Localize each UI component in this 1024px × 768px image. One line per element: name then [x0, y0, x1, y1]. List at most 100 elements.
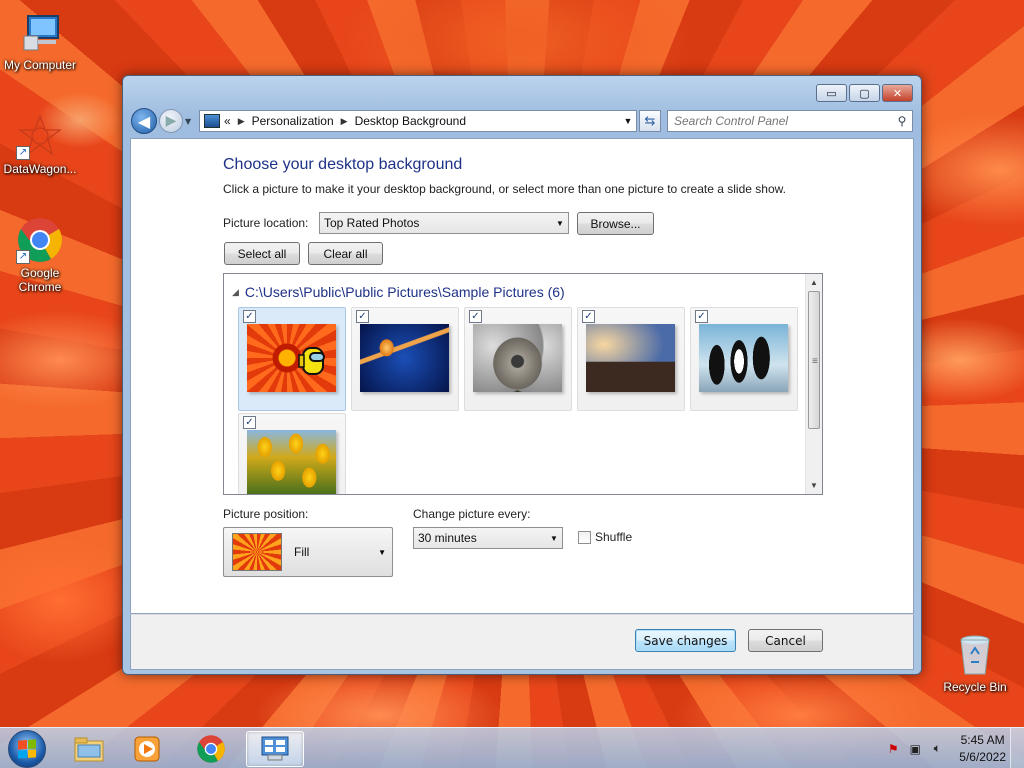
taskbar-chrome[interactable] — [182, 731, 240, 767]
chevron-down-icon: ▼ — [550, 533, 558, 543]
thumbnail-checkbox[interactable]: ✓ — [469, 310, 482, 323]
desktop-icon-datawagon[interactable]: ↗ DataWagon... — [0, 112, 80, 176]
thumbnail-tulips[interactable]: ✓ — [238, 413, 346, 494]
thumbnail-penguins[interactable]: ✓ — [690, 307, 798, 411]
forward-button[interactable]: ▶ — [159, 109, 183, 133]
picture-gallery: ◢ C:\Users\Public\Public Pictures\Sample… — [223, 273, 823, 495]
thumbnail-checkbox[interactable]: ✓ — [695, 310, 708, 323]
browse-button[interactable]: Browse... — [577, 212, 654, 235]
thumbnail-jellyfish[interactable]: ✓ — [351, 307, 459, 411]
datawagon-icon: ↗ — [16, 112, 64, 160]
recycle-bin-icon — [951, 630, 999, 678]
desktop-icon-chrome[interactable]: ↗ Google Chrome — [0, 216, 80, 294]
thumbnail-image[interactable] — [247, 324, 336, 392]
scrollbar-thumb[interactable]: ≡ — [808, 291, 820, 429]
start-button[interactable] — [8, 730, 46, 768]
thumbnail-checkbox[interactable]: ✓ — [356, 310, 369, 323]
breadcrumb-personalization[interactable]: Personalization — [252, 114, 334, 128]
picture-position-value: Fill — [294, 545, 310, 559]
show-desktop-button[interactable] — [1010, 728, 1024, 768]
cancel-button[interactable]: Cancel — [748, 629, 823, 652]
shuffle-label: Shuffle — [595, 530, 633, 544]
change-picture-label: Change picture every: — [413, 507, 531, 521]
navigation-bar: ◀ ▶ ▼ « ▶ Personalization ▶ Desktop Back… — [131, 108, 913, 134]
windows-logo-icon — [18, 739, 36, 759]
chevron-down-icon: ▼ — [556, 218, 564, 228]
shuffle-option[interactable]: Shuffle — [578, 530, 632, 544]
taskbar: ⚑ ▣ 🔈︎ 5:45 AM 5/6/2022 — [0, 727, 1024, 768]
network-icon[interactable]: ▣ — [907, 741, 923, 757]
change-interval-select[interactable]: 30 minutes ▼ — [413, 527, 563, 549]
control-panel-window: ▭ ▢ ✕ ◀ ▶ ▼ « ▶ Personalization ▶ Deskto… — [122, 75, 922, 675]
taskbar-media-player[interactable] — [118, 731, 176, 767]
thumbnail-image[interactable] — [473, 324, 562, 392]
chrome-icon — [197, 735, 225, 763]
thumbnail-checkbox[interactable]: ✓ — [243, 416, 256, 429]
clock[interactable]: 5:45 AM 5/6/2022 — [959, 732, 1006, 766]
collapse-triangle-icon[interactable]: ◢ — [232, 287, 239, 298]
address-dropdown-icon[interactable]: ▼ — [620, 116, 636, 126]
refresh-button[interactable]: ⇆ — [639, 110, 661, 132]
control-panel-icon — [261, 736, 289, 761]
clock-date: 5/6/2022 — [959, 749, 1006, 764]
chrome-icon: ↗ — [16, 216, 64, 264]
clear-all-button[interactable]: Clear all — [308, 242, 383, 265]
maximize-icon: ▢ — [859, 86, 870, 100]
desktop-icon-label: Recycle Bin — [943, 680, 1007, 694]
desktop-icon-recycle-bin[interactable]: Recycle Bin — [935, 630, 1015, 694]
page-description: Click a picture to make it your desktop … — [223, 182, 786, 196]
address-overflow[interactable]: « — [224, 114, 231, 128]
computer-icon — [16, 8, 64, 56]
thumbnail-checkbox[interactable]: ✓ — [243, 310, 256, 323]
thumbnail-image[interactable] — [360, 324, 449, 392]
chevron-down-icon: ▼ — [378, 547, 386, 557]
desktop-icon-my-computer[interactable]: My Computer — [0, 8, 80, 72]
back-arrow-icon: ◀ — [137, 111, 151, 131]
search-icon[interactable]: ⚲ — [892, 114, 912, 128]
address-bar[interactable]: « ▶ Personalization ▶ Desktop Background… — [199, 110, 637, 132]
maximize-button[interactable]: ▢ — [849, 84, 880, 102]
minimize-icon: ▭ — [826, 86, 837, 100]
thumbnail-flower[interactable]: ✓ — [238, 307, 346, 411]
scroll-up-icon[interactable]: ▲ — [806, 274, 822, 291]
minimize-button[interactable]: ▭ — [816, 84, 847, 102]
shortcut-arrow-icon: ↗ — [16, 250, 30, 264]
thumbnail-grid: ✓ ✓ ✓ ✓ ✓ ✓ — [238, 307, 803, 494]
thumbnail-checkbox[interactable]: ✓ — [582, 310, 595, 323]
page-title: Choose your desktop background — [223, 156, 463, 173]
refresh-icon: ⇆ — [644, 113, 656, 129]
action-center-flag-icon[interactable]: ⚑ — [885, 741, 901, 757]
search-input[interactable] — [674, 114, 892, 128]
grip-icon: ≡ — [812, 356, 818, 367]
window-controls: ▭ ▢ ✕ — [816, 84, 913, 102]
group-header[interactable]: ◢ C:\Users\Public\Public Pictures\Sample… — [232, 284, 565, 300]
picture-position-select[interactable]: Fill ▼ — [223, 527, 393, 577]
picture-location-select[interactable]: Top Rated Photos ▼ — [319, 212, 569, 234]
search-box[interactable]: ⚲ — [667, 110, 913, 132]
close-icon: ✕ — [892, 86, 903, 100]
breadcrumb-desktop-background[interactable]: Desktop Background — [355, 114, 466, 128]
desktop-icon-label: DataWagon... — [3, 162, 77, 176]
shortcut-arrow-icon: ↗ — [16, 146, 30, 160]
thumbnail-koala[interactable]: ✓ — [464, 307, 572, 411]
select-all-button[interactable]: Select all — [224, 242, 300, 265]
close-button[interactable]: ✕ — [882, 84, 913, 102]
taskbar-explorer[interactable] — [60, 731, 118, 767]
thumbnail-image[interactable] — [247, 430, 336, 494]
thumbnail-image[interactable] — [699, 324, 788, 392]
dialog-footer: Save changes Cancel — [130, 614, 914, 670]
thumbnail-lighthouse[interactable]: ✓ — [577, 307, 685, 411]
scroll-down-icon[interactable]: ▼ — [806, 477, 822, 494]
taskbar-control-panel[interactable] — [246, 731, 304, 767]
desktop-icon-label: Google Chrome — [18, 266, 62, 294]
recent-pages-dropdown[interactable]: ▼ — [185, 117, 195, 126]
breadcrumb-separator-icon[interactable]: ▶ — [238, 116, 245, 127]
shuffle-checkbox[interactable] — [578, 530, 591, 544]
gallery-scrollbar[interactable]: ▲ ≡ ▼ — [805, 274, 822, 494]
breadcrumb-separator-icon[interactable]: ▶ — [341, 116, 348, 127]
save-changes-button[interactable]: Save changes — [635, 629, 736, 652]
back-button[interactable]: ◀ — [131, 108, 157, 134]
volume-icon[interactable]: 🔈︎ — [929, 741, 945, 757]
thumbnail-image[interactable] — [586, 324, 675, 392]
main-content: Choose your desktop background Click a p… — [130, 138, 914, 614]
